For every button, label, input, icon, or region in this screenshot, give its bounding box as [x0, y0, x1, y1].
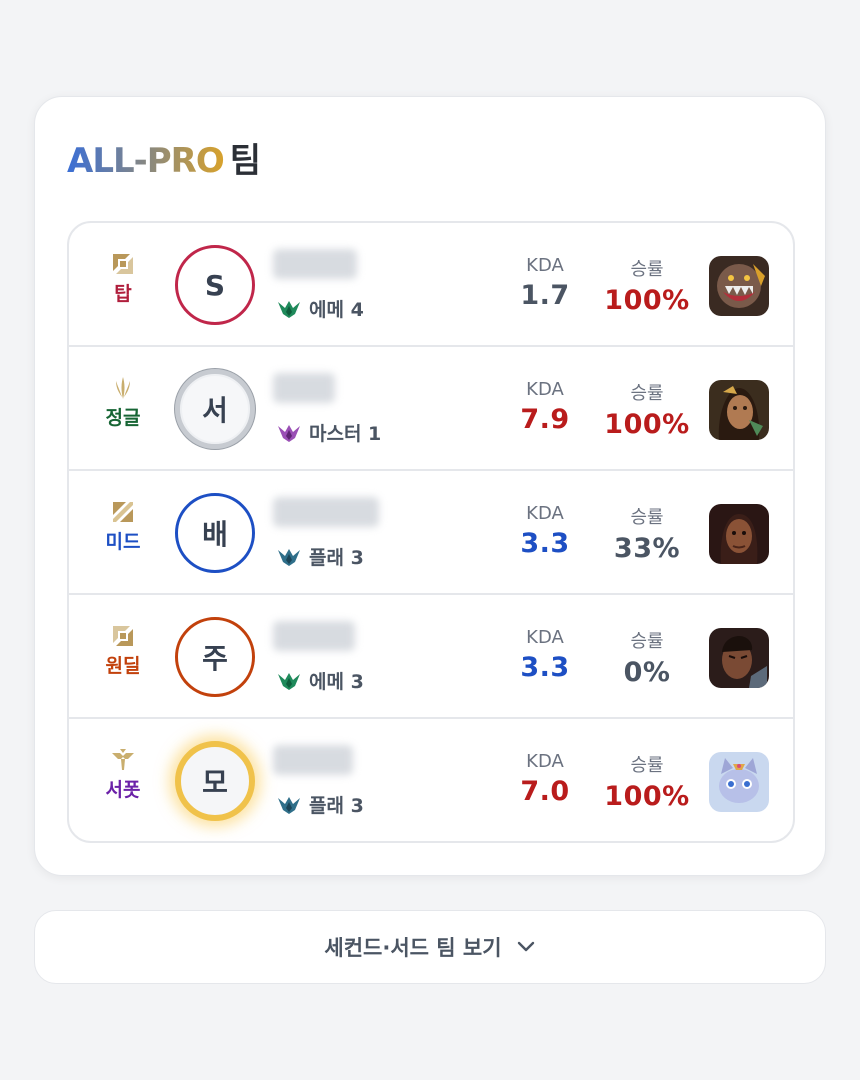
warwick-portrait-icon	[709, 256, 769, 316]
avatar: 서	[175, 369, 255, 449]
winrate-label: 승률	[630, 755, 664, 776]
player-list: 탑 S 에메 4 KDA 1.7 승률 100% 정글 서 마스터 1 KDA …	[67, 221, 795, 843]
position-label: 원딜	[105, 655, 141, 677]
position: 서폿	[91, 747, 155, 802]
tier: 플래 3	[277, 543, 364, 570]
kda-label: KDA	[526, 751, 564, 772]
player-name-blurred	[273, 745, 353, 775]
player-row[interactable]: 원딜 주 에메 3 KDA 3.3 승률 0%	[69, 595, 793, 719]
avatar: 배	[175, 493, 255, 573]
winrate-stat: 승률 0%	[597, 627, 697, 688]
tier-label: 에메 3	[309, 671, 364, 693]
position: 원딜	[91, 623, 155, 678]
all-pro-team-card: ALL-PRO 팀 탑 S 에메 4 KDA 1.7 승률 100% 정글 서 …	[34, 96, 826, 876]
master-icon	[278, 424, 300, 442]
kda-stat: KDA 3.3	[499, 627, 591, 683]
winrate-value: 100%	[604, 285, 690, 316]
player-name-blurred	[273, 497, 379, 527]
tier: 플래 3	[277, 791, 364, 818]
position-label: 서폿	[105, 779, 141, 801]
champion-portrait[interactable]	[709, 504, 769, 564]
tier-label: 에메 4	[309, 299, 364, 321]
winrate-label: 승률	[630, 631, 664, 652]
kda-value: 3.3	[520, 652, 570, 683]
kda-value: 7.9	[520, 404, 570, 435]
player-name-blurred	[273, 373, 335, 403]
tier: 마스터 1	[277, 419, 381, 446]
card-title: ALL-PRO 팀	[67, 139, 261, 183]
bot-lane-icon	[113, 626, 133, 646]
position-label: 정글	[105, 407, 141, 429]
nidalee-portrait-icon	[709, 380, 769, 440]
tier-label: 마스터 1	[309, 423, 382, 445]
winrate-value: 33%	[613, 533, 681, 564]
winrate-value: 0%	[623, 657, 671, 688]
winrate-label: 승률	[630, 259, 664, 280]
kda-stat: KDA 1.7	[499, 255, 591, 311]
champion-portrait[interactable]	[709, 752, 769, 812]
kda-label: KDA	[526, 503, 564, 524]
platinum-icon	[278, 796, 300, 814]
tier: 에메 4	[277, 295, 364, 322]
mid-lane-icon	[113, 502, 133, 522]
chevron-down-icon	[517, 941, 534, 952]
winrate-value: 100%	[604, 781, 690, 812]
kda-label: KDA	[526, 379, 564, 400]
position-label: 탑	[114, 283, 132, 305]
emerald-icon	[278, 300, 300, 318]
kda-stat: KDA 7.9	[499, 379, 591, 435]
position: 미드	[91, 499, 155, 554]
champion-portrait[interactable]	[709, 628, 769, 688]
platinum-icon	[278, 548, 300, 566]
winrate-stat: 승률 100%	[597, 751, 697, 812]
emerald-icon	[278, 672, 300, 690]
player-name-blurred	[273, 621, 355, 651]
top-lane-icon	[113, 254, 133, 274]
player-row[interactable]: 탑 S 에메 4 KDA 1.7 승률 100%	[69, 223, 793, 347]
kda-value: 3.3	[520, 528, 570, 559]
show-second-third-team-button[interactable]: 세컨드·서드 팀 보기	[34, 910, 826, 984]
yuumi-portrait-icon	[709, 752, 769, 812]
winrate-stat: 승률 33%	[597, 503, 697, 564]
player-row[interactable]: 정글 서 마스터 1 KDA 7.9 승률 100%	[69, 347, 793, 471]
title-suffix: 팀	[229, 141, 261, 181]
kda-stat: KDA 3.3	[499, 503, 591, 559]
kda-value: 7.0	[520, 776, 570, 807]
sylas-portrait-icon	[709, 504, 769, 564]
champion-portrait[interactable]	[709, 256, 769, 316]
player-name-blurred	[273, 249, 357, 279]
avatar: S	[175, 245, 255, 325]
avatar: 모	[175, 741, 255, 821]
kda-label: KDA	[526, 627, 564, 648]
avatar: 주	[175, 617, 255, 697]
title-brand: ALL-PRO	[67, 141, 225, 181]
tier-label: 플래 3	[309, 795, 364, 817]
kda-value: 1.7	[520, 280, 570, 311]
jungle-icon	[116, 377, 130, 399]
support-icon	[112, 749, 134, 770]
winrate-value: 100%	[604, 409, 690, 440]
champion-portrait[interactable]	[709, 380, 769, 440]
player-row[interactable]: 미드 배 플래 3 KDA 3.3 승률 33%	[69, 471, 793, 595]
position: 정글	[91, 375, 155, 430]
kda-stat: KDA 7.0	[499, 751, 591, 807]
winrate-label: 승률	[630, 383, 664, 404]
winrate-stat: 승률 100%	[597, 379, 697, 440]
lucian-portrait-icon	[709, 628, 769, 688]
position: 탑	[91, 251, 155, 306]
tier: 에메 3	[277, 667, 364, 694]
tier-label: 플래 3	[309, 547, 364, 569]
more-button-label: 세컨드·서드 팀 보기	[324, 936, 502, 960]
player-row[interactable]: 서폿 모 플래 3 KDA 7.0 승률 100%	[69, 719, 793, 841]
kda-label: KDA	[526, 255, 564, 276]
position-label: 미드	[105, 531, 141, 553]
winrate-label: 승률	[630, 507, 664, 528]
winrate-stat: 승률 100%	[597, 255, 697, 316]
